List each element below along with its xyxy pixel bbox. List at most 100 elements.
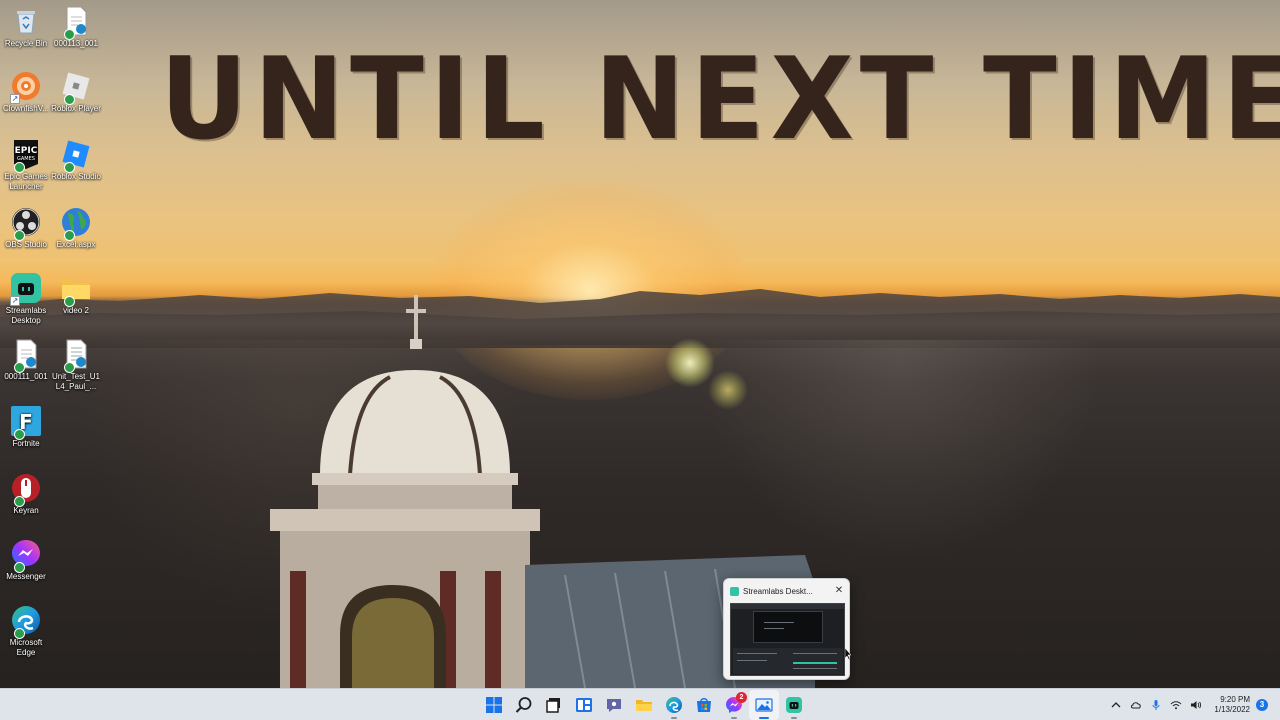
- document-icon: [60, 5, 92, 40]
- windows-start-icon: [486, 697, 502, 713]
- desktop-icon-roblox-studio[interactable]: Roblox Studio: [50, 138, 102, 182]
- epic-games-icon: EPIC GAMES: [10, 138, 42, 173]
- task-view-button[interactable]: [539, 690, 569, 720]
- desktop-icon-epic-games[interactable]: EPIC GAMES Epic Games Launcher: [0, 138, 52, 192]
- clownfish-icon: ↗: [10, 70, 42, 104]
- sync-status-icon: [64, 362, 75, 373]
- keyran-mouse-icon: [10, 472, 42, 507]
- chevron-up-icon: [1111, 702, 1121, 708]
- chat-button[interactable]: [599, 690, 629, 720]
- recycle-bin-icon: [10, 5, 42, 37]
- streamlabs-icon: [786, 697, 802, 713]
- shortcut-arrow-icon: ↗: [10, 94, 20, 104]
- edge-button[interactable]: [659, 690, 689, 720]
- desktop-wallpaper: UNTIL NEXT TIME: [0, 0, 1280, 688]
- word-document-icon: [60, 338, 92, 373]
- show-hidden-icons-button[interactable]: [1107, 696, 1125, 714]
- wallpaper-headline: UNTIL NEXT TIME: [160, 33, 1280, 166]
- sync-status-icon: [64, 162, 75, 173]
- sync-status-icon: [14, 162, 25, 173]
- store-icon: [697, 698, 711, 712]
- desktop-icon-messenger[interactable]: Messenger: [0, 538, 52, 582]
- preview-title: Streamlabs Deskt...: [743, 586, 813, 596]
- sync-status-icon: [64, 29, 75, 40]
- sync-status-icon: [64, 230, 75, 241]
- taskbar-clock[interactable]: 9:20 PM 1/13/2022: [1214, 695, 1250, 715]
- fortnite-icon: F: [10, 405, 42, 440]
- sync-status-icon: [64, 296, 75, 307]
- task-view-icon: [546, 698, 560, 713]
- edge-icon: [666, 697, 682, 713]
- document-icon: [10, 338, 42, 373]
- preview-window-content: [730, 603, 845, 676]
- messenger-button[interactable]: 2: [719, 690, 749, 720]
- running-indicator: [671, 717, 677, 719]
- photos-button[interactable]: [749, 690, 779, 720]
- speaker-icon: [1191, 701, 1202, 709]
- running-indicator: [731, 717, 737, 719]
- streamlabs-icon: ↗: [10, 272, 42, 306]
- sync-status-icon: [14, 230, 25, 241]
- sync-status-icon: [14, 362, 25, 373]
- microphone-tray-button[interactable]: [1147, 696, 1165, 714]
- edge-icon: [10, 604, 42, 639]
- obs-studio-icon: [10, 206, 42, 241]
- start-button[interactable]: [479, 690, 509, 720]
- desktop-icon-fortnite[interactable]: F Fortnite: [0, 405, 52, 449]
- onedrive-tray-button[interactable]: [1127, 696, 1145, 714]
- desktop-icon-streamlabs[interactable]: ↗ Streamlabs Desktop: [0, 272, 52, 326]
- globe-icon: [60, 206, 92, 241]
- preview-dock: [733, 648, 843, 674]
- wifi-icon: [1171, 701, 1182, 710]
- desktop-icon-000111[interactable]: 000111_001: [0, 338, 52, 382]
- desktop-icon-unit-test[interactable]: Unit_Test_U1L4_Paul_...: [50, 338, 102, 392]
- svg-text:EPIC: EPIC: [15, 146, 38, 156]
- messenger-unread-badge: 2: [736, 692, 747, 703]
- desktop-icon-recycle-bin[interactable]: Recycle Bin: [0, 5, 52, 49]
- microphone-icon: [1152, 700, 1160, 710]
- sync-status-icon: [64, 94, 75, 105]
- teams-chat-icon: [607, 699, 621, 712]
- preview-titlebar: [731, 604, 844, 609]
- folder-icon: [60, 272, 92, 307]
- lens-flare: [708, 370, 748, 410]
- shortcut-arrow-icon: ↗: [10, 296, 20, 306]
- close-icon[interactable]: ✕: [833, 585, 845, 597]
- taskbar-apps: 2: [479, 689, 809, 720]
- desktop-icon-keyran[interactable]: Keyran: [0, 472, 52, 516]
- desktop-icon-edge[interactable]: Microsoft Edge: [0, 604, 52, 658]
- search-icon: [515, 697, 532, 713]
- clock-date: 1/13/2022: [1214, 705, 1250, 714]
- desktop-icon-clownfish[interactable]: ↗ ClownfishV...: [0, 70, 52, 114]
- running-indicator: [759, 717, 769, 719]
- folder-icon: [636, 700, 652, 711]
- domed-building: [270, 295, 540, 688]
- streamlabs-button[interactable]: [779, 690, 809, 720]
- notification-count-badge[interactable]: 3: [1256, 699, 1268, 711]
- system-tray: 9:20 PM 1/13/2022 3: [1106, 689, 1280, 720]
- desktop-icon-roblox-player[interactable]: Roblox Player: [50, 70, 102, 114]
- sync-status-icon: [14, 429, 25, 440]
- mouse-cursor-icon: [845, 648, 851, 660]
- volume-tray-button[interactable]: [1187, 696, 1205, 714]
- search-button[interactable]: [509, 690, 539, 720]
- desktop-icon-excel-aspx[interactable]: Excel.aspx: [50, 206, 102, 250]
- desktop-icon-000113[interactable]: 000113_001: [50, 5, 102, 49]
- file-explorer-button[interactable]: [629, 690, 659, 720]
- preview-scene: [753, 611, 823, 643]
- widgets-button[interactable]: [569, 690, 599, 720]
- running-indicator: [791, 717, 797, 719]
- roblox-studio-icon: [60, 138, 92, 173]
- preview-header: Streamlabs Deskt... ✕: [730, 584, 845, 598]
- streamlabs-window-preview[interactable]: Streamlabs Deskt... ✕: [723, 578, 850, 680]
- store-button[interactable]: [689, 690, 719, 720]
- roblox-player-icon: [60, 70, 92, 105]
- streamlabs-icon: [730, 586, 739, 596]
- taskbar: 2 9:20 PM 1/13/2022 3: [0, 688, 1280, 720]
- messenger-icon: [10, 538, 42, 573]
- desktop-icon-video-folder[interactable]: video 2: [50, 272, 102, 316]
- photos-icon: [755, 698, 773, 712]
- sync-status-icon: [14, 628, 25, 639]
- desktop-icon-obs[interactable]: OBS Studio: [0, 206, 52, 250]
- network-tray-button[interactable]: [1167, 696, 1185, 714]
